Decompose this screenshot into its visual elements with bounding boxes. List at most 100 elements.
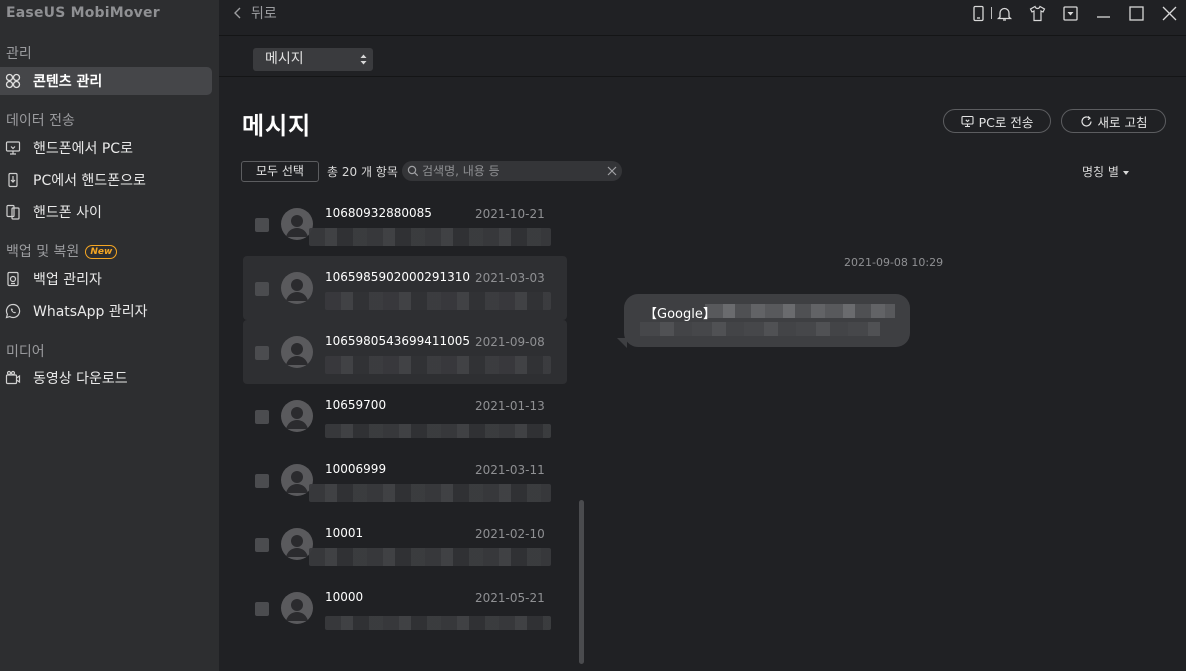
maximize-button[interactable] xyxy=(1120,0,1153,26)
section-header-data-transfer: 데이터 전송 xyxy=(6,113,75,129)
sidebar-item-phone-to-pc[interactable]: 핸드폰에서 PC로 xyxy=(0,134,212,162)
window-controls xyxy=(962,0,1186,26)
conversation-row[interactable]: 10680932880085 2021-10-21 xyxy=(243,192,567,256)
sidebar-item-label: 백업 관리자 xyxy=(33,272,102,288)
top-bar: 뒤로 xyxy=(219,0,1186,36)
message-preview xyxy=(325,616,551,630)
conversation-date: 2021-01-13 xyxy=(475,399,545,413)
minimize-button[interactable] xyxy=(1087,0,1120,26)
row-checkbox[interactable] xyxy=(255,410,269,424)
conversation-row[interactable]: 10659700 2021-01-13 xyxy=(243,384,567,448)
conversation-row[interactable]: 10006999 2021-03-11 xyxy=(243,448,567,512)
row-checkbox[interactable] xyxy=(255,218,269,232)
sort-arrows-icon xyxy=(360,54,367,65)
sidebar: EaseUS MobiMover 관리 콘텐츠 관리 데이터 전송 핸드폰에서 … xyxy=(0,0,219,671)
person-icon xyxy=(286,343,308,365)
sidebar-item-video-download[interactable]: 동영상 다운로드 xyxy=(0,364,212,392)
avatar xyxy=(281,272,313,304)
phone-to-phone-icon xyxy=(5,204,21,220)
phone-icon xyxy=(973,5,984,21)
grid-icon xyxy=(5,73,21,89)
row-checkbox[interactable] xyxy=(255,474,269,488)
item-count: 총 20 개 항목 xyxy=(327,165,398,179)
message-preview xyxy=(309,228,551,246)
avatar xyxy=(281,400,313,432)
sidebar-item-label: WhatsApp 관리자 xyxy=(33,304,148,320)
phone-to-pc-icon xyxy=(5,140,21,156)
row-checkbox[interactable] xyxy=(255,538,269,552)
conversation-row[interactable]: 10000 2021-05-21 xyxy=(243,576,567,640)
category-selected: 메시지 xyxy=(265,51,304,67)
sidebar-item-backup-manager[interactable]: 백업 관리자 xyxy=(0,265,212,293)
message-preview xyxy=(309,484,551,502)
new-badge: New xyxy=(85,245,118,259)
category-dropdown[interactable]: 메시지 xyxy=(253,48,373,71)
clear-search-icon[interactable] xyxy=(607,166,617,176)
row-checkbox[interactable] xyxy=(255,282,269,296)
list-scrollbar[interactable] xyxy=(579,500,584,664)
sidebar-item-label: PC에서 핸드폰으로 xyxy=(33,173,146,189)
message-timestamp: 2021-09-08 10:29 xyxy=(844,256,944,269)
avatar xyxy=(281,592,313,624)
maximize-icon xyxy=(1129,5,1144,21)
close-button[interactable] xyxy=(1153,0,1186,26)
bubble-tail xyxy=(617,338,627,348)
back-label: 뒤로 xyxy=(251,6,277,22)
conversation-row-selected[interactable]: 1065980543699411005 2021-09-08 xyxy=(243,320,567,384)
sidebar-item-label: 동영상 다운로드 xyxy=(33,371,128,387)
conversation-date: 2021-02-10 xyxy=(475,527,545,541)
conversation-date: 2021-05-21 xyxy=(475,591,545,605)
chevron-left-icon xyxy=(234,7,241,19)
conversation-row[interactable]: 10001 2021-02-10 xyxy=(243,512,567,576)
sidebar-item-pc-to-phone[interactable]: PC에서 핸드폰으로 xyxy=(0,166,212,194)
person-icon xyxy=(286,279,308,301)
section-header-backup-restore: 백업 및 복원 New xyxy=(6,241,118,261)
menu-button[interactable] xyxy=(1054,0,1087,26)
refresh-button[interactable]: 새로 고침 xyxy=(1061,109,1166,133)
conversation-date: 2021-03-03 xyxy=(475,271,545,285)
conversation-name: 10000 xyxy=(325,590,364,604)
conversation-date: 2021-03-11 xyxy=(475,463,545,477)
conversation-name: 1065985902000291310 xyxy=(325,270,471,284)
search-input[interactable] xyxy=(422,162,602,180)
sort-dropdown[interactable]: 명칭 별 xyxy=(1082,163,1129,180)
back-button[interactable]: 뒤로 xyxy=(233,3,277,23)
sidebar-item-content-management[interactable]: 콘텐츠 관리 xyxy=(0,67,212,95)
transfer-to-pc-button[interactable]: PC로 전송 xyxy=(943,109,1051,133)
row-checkbox[interactable] xyxy=(255,602,269,616)
person-icon xyxy=(286,599,308,621)
conversation-row[interactable]: 1065985902000291310 2021-03-03 xyxy=(243,256,567,320)
page-title: 메시지 xyxy=(242,112,312,140)
sidebar-item-phone-to-phone[interactable]: 핸드폰 사이 xyxy=(0,198,212,226)
sidebar-item-label: 콘텐츠 관리 xyxy=(33,74,103,90)
message-preview xyxy=(309,548,551,566)
app-title: EaseUS MobiMover xyxy=(6,5,160,21)
notification-button[interactable] xyxy=(988,0,1021,26)
dropdown-menu-icon xyxy=(1063,5,1078,21)
conversation-name: 10659700 xyxy=(325,398,387,412)
bell-icon xyxy=(996,7,1013,21)
message-preview xyxy=(325,356,551,374)
sidebar-item-label: 핸드폰 사이 xyxy=(33,205,102,221)
row-checkbox[interactable] xyxy=(255,346,269,360)
conversation-list: 10680932880085 2021-10-21 10659859020002… xyxy=(243,192,568,671)
conversation-date: 2021-10-21 xyxy=(475,207,545,221)
conversation-name: 1065980543699411005 xyxy=(325,334,471,348)
skin-button[interactable] xyxy=(1021,0,1054,26)
section-header-manage: 관리 xyxy=(6,46,32,62)
message-content-redacted xyxy=(705,304,895,318)
select-all-button[interactable]: 모두 선택 xyxy=(241,161,319,182)
sidebar-item-whatsapp-manager[interactable]: WhatsApp 관리자 xyxy=(0,297,212,325)
conversation-name: 10680932880085 xyxy=(325,206,432,220)
conversation-date: 2021-09-08 xyxy=(475,335,545,349)
refresh-icon xyxy=(1080,115,1092,127)
conversation-name: 10001 xyxy=(325,526,364,540)
pc-to-phone-icon xyxy=(5,172,21,188)
search-icon xyxy=(407,165,419,177)
message-content-redacted xyxy=(640,322,880,336)
minimize-icon xyxy=(1097,15,1110,18)
section-header-media: 미디어 xyxy=(6,344,45,360)
avatar xyxy=(281,336,313,368)
search-box xyxy=(402,161,622,181)
message-preview xyxy=(325,292,551,310)
